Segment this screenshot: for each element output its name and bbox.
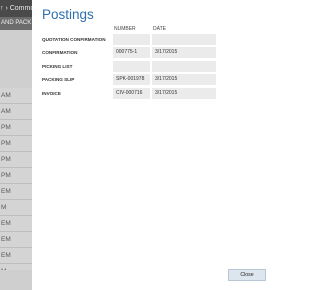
background-list-row: PM [0,168,32,184]
posting-number-cell [113,34,150,45]
posting-date-cell [152,34,216,45]
background-header-area [0,30,32,88]
posting-label: QUOTATION CONFIRMATION [42,37,106,42]
background-list-row: AM [0,104,32,120]
posting-label: INVOICE [42,91,61,96]
screen: ↑ › Common AND PACK AM AM PM PM PM PM EM… [0,0,280,290]
posting-date-cell [152,61,216,72]
posting-row-picking-list: PICKING LIST [42,61,217,72]
background-subheader: AND PACK [0,17,32,30]
postings-dialog: Postings NUMBER DATE QUOTATION CONFIRMAT… [32,0,280,290]
background-list-row: AM [0,88,32,104]
posting-date-cell: 3/17/2015 [152,74,216,85]
posting-row-invoice: INVOICE CIV-000716 3/17/2015 [42,88,217,99]
background-footer [0,270,32,290]
background-breadcrumb-text: ↑ › Common [0,5,32,12]
posting-row-quotation-confirmation: QUOTATION CONFIRMATION [42,34,217,45]
posting-label: CONFIRMATION [42,50,78,55]
column-header-date: DATE [153,26,166,32]
posting-number-cell[interactable]: CIV-000716 [113,88,150,99]
background-list-row: EM [0,216,32,232]
background-list-row: EM [0,184,32,200]
posting-number-cell[interactable]: SPK-001978 [113,74,150,85]
close-button[interactable]: Close [228,269,266,281]
background-list-row: EM [0,248,32,264]
background-breadcrumb: ↑ › Common [0,0,32,17]
background-list: AM AM PM PM PM PM EM M EM EM EM M EM [0,88,32,290]
posting-row-packing-slip: PACKING SLIP SPK-001978 3/17/2015 [42,74,217,85]
column-header-number: NUMBER [114,26,136,32]
background-list-row: M [0,200,32,216]
posting-number-cell[interactable]: 000775-1 [113,47,150,58]
posting-row-confirmation: CONFIRMATION 000775-1 3/17/2015 [42,47,217,58]
posting-label: PACKING SLIP [42,77,75,82]
posting-number-cell [113,61,150,72]
background-list-row: PM [0,136,32,152]
posting-date-cell: 3/17/2015 [152,88,216,99]
dialog-title: Postings [42,7,94,22]
posting-date-cell: 3/17/2015 [152,47,216,58]
background-app: ↑ › Common AND PACK AM AM PM PM PM PM EM… [0,0,32,290]
background-list-row: PM [0,120,32,136]
posting-label: PICKING LIST [42,64,73,69]
background-list-row: PM [0,152,32,168]
background-list-row: EM [0,232,32,248]
